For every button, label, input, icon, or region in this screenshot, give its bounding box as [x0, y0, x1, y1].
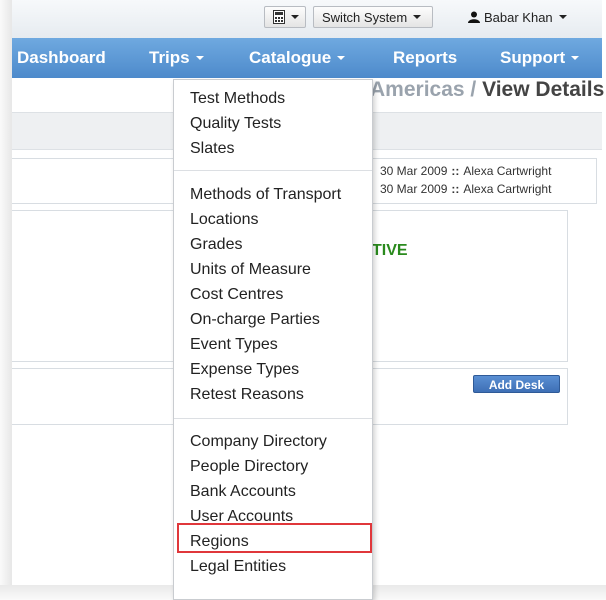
nav-trips-label: Trips	[149, 48, 190, 67]
nav-dashboard-label: Dashboard	[17, 48, 106, 67]
status-badge: TIVE	[372, 242, 408, 259]
menu-divider	[174, 170, 372, 171]
menu-item-bank-accounts[interactable]: Bank Accounts	[190, 482, 296, 502]
page-edge-shadow	[0, 0, 12, 600]
menu-item-quality-tests[interactable]: Quality Tests	[190, 114, 281, 134]
menu-item-methods-of-transport[interactable]: Methods of Transport	[190, 185, 341, 205]
nav-dashboard[interactable]: Dashboard	[17, 38, 106, 78]
catalogue-dropdown-menu: Test Methods Quality Tests Slates Method…	[173, 79, 373, 600]
nav-catalogue[interactable]: Catalogue	[249, 38, 346, 78]
audit-separator: ::	[451, 164, 460, 178]
breadcrumb-separator: /	[470, 78, 477, 101]
switch-system-label: Switch System	[322, 9, 408, 25]
chevron-down-icon	[291, 15, 299, 19]
audit-user: Alexa Cartwright	[463, 182, 552, 196]
add-desk-button[interactable]: Add Desk	[473, 375, 560, 393]
audit-row-created: 30 Mar 2009:: Alexa Cartwright	[380, 164, 551, 178]
audit-row-modified: 30 Mar 2009:: Alexa Cartwright	[380, 182, 551, 196]
menu-item-legal-entities[interactable]: Legal Entities	[190, 557, 286, 577]
user-name: Babar Khan	[484, 9, 553, 25]
nav-trips[interactable]: Trips	[149, 38, 204, 78]
menu-item-expense-types[interactable]: Expense Types	[190, 360, 299, 380]
page-title: View Details	[482, 78, 605, 101]
chevron-down-icon	[413, 15, 422, 19]
top-bar: Switch System Babar Khan	[12, 0, 602, 38]
menu-item-units-of-measure[interactable]: Units of Measure	[190, 260, 311, 280]
audit-separator: ::	[451, 182, 460, 196]
audit-user: Alexa Cartwright	[463, 164, 552, 178]
menu-item-on-charge-parties[interactable]: On-charge Parties	[190, 310, 320, 330]
audit-date: 30 Mar 2009	[380, 182, 448, 196]
chevron-down-icon	[558, 15, 567, 19]
menu-item-event-types[interactable]: Event Types	[190, 335, 278, 355]
menu-item-locations[interactable]: Locations	[190, 210, 259, 230]
calculator-dropdown-button[interactable]	[264, 6, 306, 28]
nav-reports-label: Reports	[393, 48, 458, 67]
audit-date: 30 Mar 2009	[380, 164, 448, 178]
regions-highlight-box	[177, 523, 372, 553]
main-nav: Dashboard Trips Catalogue Reports Suppor…	[12, 38, 602, 78]
nav-catalogue-label: Catalogue	[249, 48, 332, 67]
menu-divider	[174, 418, 372, 419]
menu-item-cost-centres[interactable]: Cost Centres	[190, 285, 283, 305]
breadcrumb-region-link[interactable]: Americas	[370, 78, 465, 101]
menu-item-grades[interactable]: Grades	[190, 235, 242, 255]
switch-system-dropdown[interactable]: Switch System	[313, 6, 433, 28]
nav-reports[interactable]: Reports	[393, 38, 457, 78]
menu-item-test-methods[interactable]: Test Methods	[190, 89, 285, 109]
user-menu[interactable]: Babar Khan	[455, 6, 589, 28]
chevron-down-icon	[337, 56, 346, 60]
breadcrumb: Americas / View Details	[370, 78, 604, 106]
calculator-icon	[273, 10, 285, 24]
menu-item-slates[interactable]: Slates	[190, 139, 234, 159]
user-icon	[468, 11, 480, 23]
nav-support[interactable]: Support	[500, 38, 580, 78]
menu-item-retest-reasons[interactable]: Retest Reasons	[190, 385, 304, 405]
menu-item-people-directory[interactable]: People Directory	[190, 457, 308, 477]
nav-support-label: Support	[500, 48, 566, 67]
chevron-down-icon	[571, 56, 580, 60]
menu-item-company-directory[interactable]: Company Directory	[190, 432, 327, 452]
chevron-down-icon	[195, 56, 204, 60]
